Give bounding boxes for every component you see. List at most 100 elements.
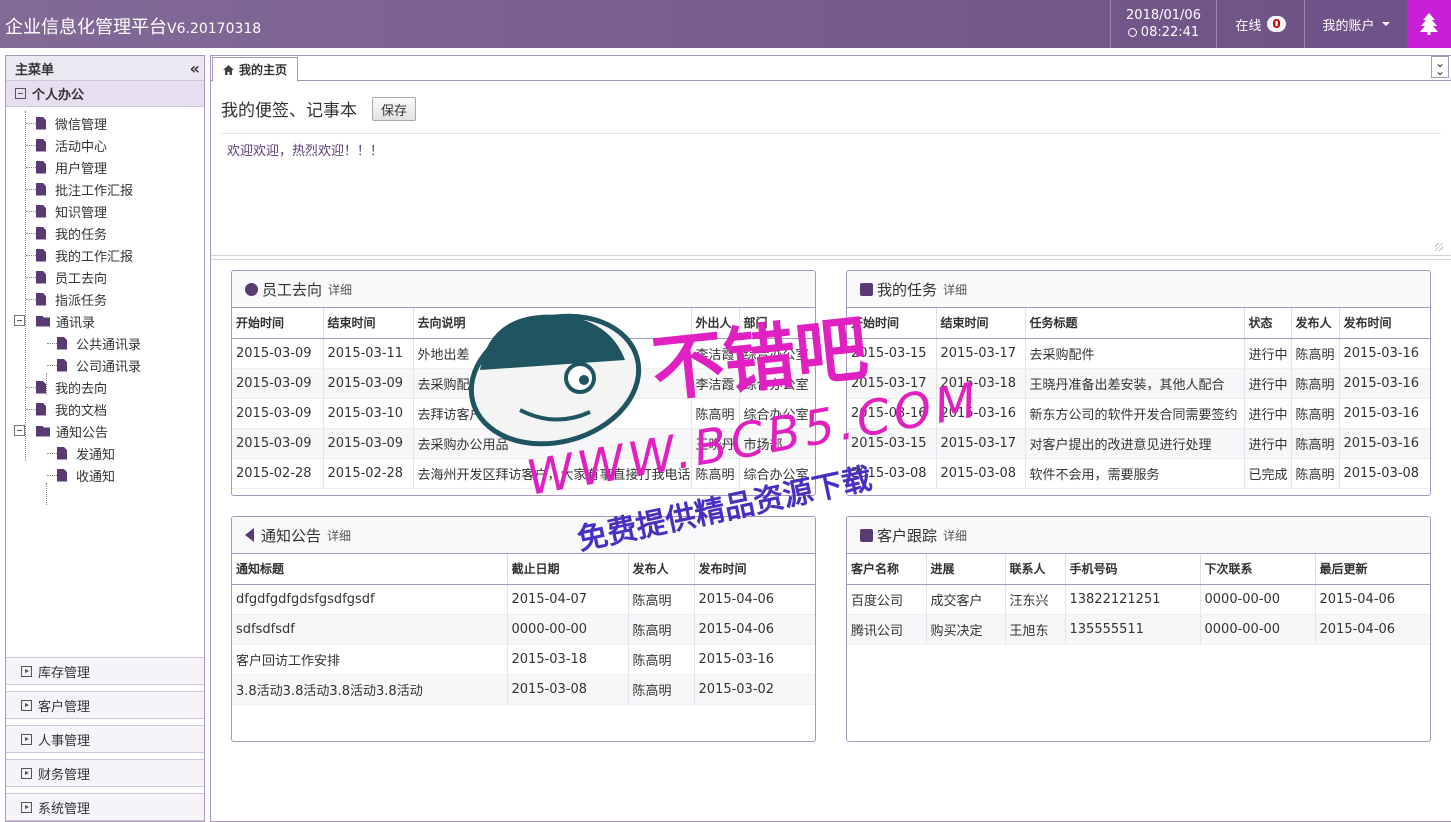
table-cell: 新东方公司的软件开发合同需要签约 [1025,398,1245,429]
table-row[interactable]: 2015-03-16 2015-03-16 新东方公司的软件开发合同需要签约 进行中陈… [847,398,1430,429]
table-cell: 13822121251 [1065,584,1201,615]
tree-item-annotate-report[interactable]: 批注工作汇报 [36,178,133,200]
table-cell: dfgdfgdfgdsfgsdfgsdf [232,584,508,615]
detail-link[interactable]: 详细 [328,281,352,298]
current-time-row: 08:22:41 [1127,24,1199,41]
table-row[interactable]: dfgdfgdfgdsfgsdfgsdf 2015-04-07 陈高明 2015-04… [232,584,815,615]
sidebar-group-finance[interactable]: 财务管理 [6,759,204,787]
column-header: 截止日期 [507,554,629,585]
tree-connector [26,233,36,234]
document-icon [36,402,46,416]
table-cell: 汪东兴 [1005,584,1066,615]
tree-folder-notices[interactable]: 通知公告 [36,420,108,442]
collapse-square-icon [15,88,26,99]
table-cell: 进行中 [1244,428,1292,459]
volume-icon [245,528,254,542]
tree-item-label: 我的任务 [55,227,108,243]
table-cell: 2015-03-09 [232,398,324,429]
divider [211,255,1451,256]
tree-item-assign-task[interactable]: 指派任务 [36,288,107,310]
tree-folder-contacts[interactable]: 通讯录 [36,310,95,332]
tree-item-send-notice[interactable]: 发通知 [57,442,115,464]
sidebar-group-system[interactable]: 系统管理 [6,793,204,821]
tree-collapse-toggle[interactable] [14,425,25,436]
tree-item-company-contacts[interactable]: 公司通讯录 [57,354,141,376]
sidebar-group-customers[interactable]: 客户管理 [6,691,204,719]
table-row[interactable]: 2015-03-09 2015-03-09 去采购配件 李洁霞 综合办公室 [232,368,815,399]
tree-item-public-contacts[interactable]: 公共通讯录 [57,332,141,354]
tree-item-my-documents[interactable]: 我的文档 [36,398,107,420]
expand-square-icon [21,665,32,677]
table-cell: 2015-04-06 [694,614,815,645]
tree-collapse-toggle[interactable] [14,315,25,326]
tree-item-my-work-report[interactable]: 我的工作汇报 [36,244,133,266]
column-header: 开始时间 [847,308,937,339]
panel-header: 员工去向 详细 [232,271,815,308]
table-row[interactable]: sdfsdfsdf 0000-00-00 陈高明 2015-04-06 [232,614,815,645]
document-icon [57,358,67,372]
table-row[interactable]: 2015-03-17 2015-03-18 王晓丹准备出差安装，其他人配合 进行中 陈高… [847,368,1430,399]
sidebar-group-inventory[interactable]: 库存管理 [6,657,204,685]
table-cell: 2015-03-08 [507,674,629,705]
column-header: 外出人 [691,308,740,339]
sidebar-group-personal-office[interactable]: 个人办公 [6,81,204,107]
notices-table: 通知标题 截止日期 发布人 发布时间 dfgdfgdfgdsfgsdfgsdf 2… [232,554,815,705]
sidebar-group-hr[interactable]: 人事管理 [6,725,204,753]
panel-notices: 通知公告 详细 通知标题 截止日期 发布人 发布时间 dfgdfgdfgdsfg… [231,516,816,742]
table-cell: 陈高明 [628,644,695,675]
memo-textarea[interactable]: 欢迎欢迎，热烈欢迎！！！ [227,140,383,159]
table-row[interactable]: 2015-03-09 2015-03-11 外地出差 李洁霞 综合办公室 [232,338,815,369]
online-users-button[interactable]: 在线 0 [1216,0,1304,48]
column-header: 进展 [926,554,1006,585]
sidebar: 主菜单 « 个人办公 微信管理 活动中心 用户管理 批注工作汇报 知识管理 我的… [5,55,205,822]
resize-handle-icon[interactable] [1435,243,1443,251]
tab-home[interactable]: 我的主页 [212,57,299,82]
table-cell: 软件不会用，需要服务 [1025,458,1245,489]
table-row[interactable]: 客户回访工作安排 2015-03-18 陈高明 2015-03-16 [232,644,815,675]
divider [221,133,1441,134]
tree-theme-button[interactable] [1407,0,1451,48]
clock-icon [1127,28,1137,37]
detail-link[interactable]: 详细 [943,281,967,298]
table-cell: 2015-03-10 [323,398,414,429]
tree-item-users[interactable]: 用户管理 [36,156,107,178]
double-chevron-left-icon[interactable]: « [190,59,200,78]
table-cell: 进行中 [1244,398,1292,429]
tree-item-receive-notice[interactable]: 收通知 [57,464,115,486]
table-row[interactable]: 2015-03-15 2015-03-17 去采购配件 进行中 陈高明 2015-03-1… [847,338,1430,369]
save-button[interactable]: 保存 [372,97,417,121]
column-header: 发布人 [628,554,695,585]
table-cell: 陈高明 [1291,368,1340,399]
tree-item-my-tasks[interactable]: 我的任务 [36,222,107,244]
table-cell: 2015-03-09 [232,368,324,399]
table-row[interactable]: 2015-03-08 2015-03-08 软件不会用，需要服务 已完成 陈高明 2015… [847,458,1430,489]
table-cell: 综合办公室 [739,338,815,369]
table-cell: 0000-00-00 [1200,584,1316,615]
tab-menu-button[interactable]: ⌄ ⌄ [1431,56,1449,78]
table-row[interactable]: 腾讯公司 购买决定 王旭东 135555511 0000-00-00 2015-04-06 [847,614,1430,645]
table-row[interactable]: 3.8活动3.8活动3.8活动3.8活动 2015-03-08 陈高明 2015-03… [232,674,815,705]
table-row[interactable]: 百度公司 成交客户 汪东兴 13822121251 0000-00-00 2015-04-… [847,584,1430,615]
table-row[interactable]: 2015-03-09 2015-03-09 去采购办公用品 王晓丹 市场部 [232,428,815,459]
tree-item-activity[interactable]: 活动中心 [36,134,107,156]
tree-connector [47,365,57,366]
tree-connector [26,211,36,212]
detail-link[interactable]: 详细 [943,527,967,544]
my-account-menu[interactable]: 我的账户 [1304,0,1407,48]
tree-item-my-whereabouts[interactable]: 我的去向 [36,376,107,398]
table-row[interactable]: 2015-02-28 2015-02-28 去海州开发区拜访客户，大家有事直接打我电… [232,458,815,489]
table-row[interactable]: 2015-03-09 2015-03-10 去拜访客户 陈高明 综合办公室 [232,398,815,429]
detail-link[interactable]: 详细 [327,527,351,544]
tree-item-wechat[interactable]: 微信管理 [36,112,107,134]
tree-item-knowledge[interactable]: 知识管理 [36,200,107,222]
main-content: 我的主页 ⌄ ⌄ 我的便签、记事本 保存 欢迎欢迎，热烈欢迎！！！ 员工去向 详细… [210,55,1451,822]
tree-connector [26,189,36,190]
table-row[interactable]: 2015-03-15 2015-03-17 对客户提出的改进意见进行处理 进行中 陈高明… [847,428,1430,459]
tree-item-label: 员工去向 [55,271,108,287]
table-cell: 2015-03-17 [936,428,1026,459]
tree-item-label: 微信管理 [55,117,108,133]
table-cell: 2015-03-16 [847,398,937,429]
tree-item-staff-whereabouts[interactable]: 员工去向 [36,266,107,288]
sidebar-group-label: 库存管理 [38,665,91,681]
table-cell: 陈高明 [628,584,695,615]
